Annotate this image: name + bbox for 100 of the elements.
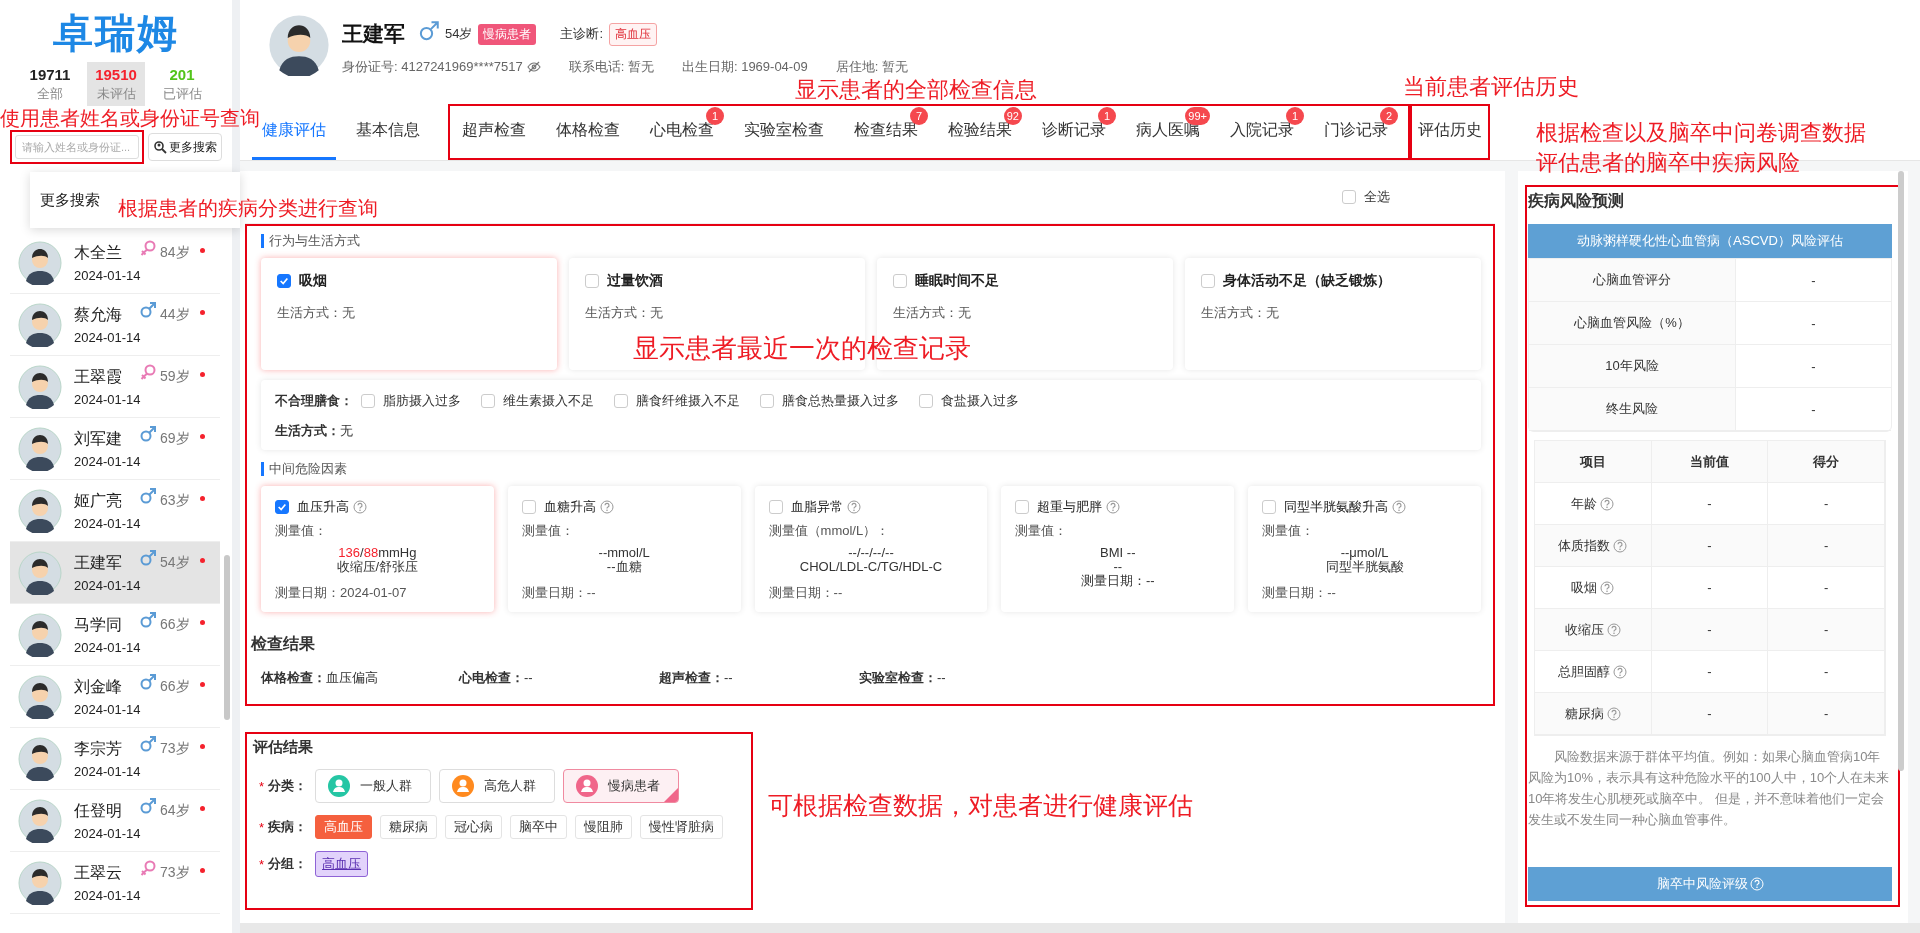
help-icon[interactable] [1106,500,1121,514]
exam-result: 体格检查：血压偏高 [261,669,379,687]
table-cell: - [1651,525,1769,567]
checkbox[interactable] [760,394,774,408]
status-dot [200,247,205,253]
section-title: 评估结果 [253,738,314,757]
category-option[interactable]: 高危人群 [439,769,556,803]
stat-tab[interactable]: 19711 全部 [21,62,79,106]
help-icon[interactable] [353,500,367,514]
patient-item[interactable]: 蔡允海 44岁 2024-01-14 [10,294,220,356]
scrollbar[interactable] [224,555,230,720]
patient-name: 王翠云 [74,862,123,883]
avatar [18,736,62,781]
checkbox[interactable] [919,394,933,408]
table-cell: 10年风险 [1529,345,1736,388]
patient-item[interactable]: 任登明 64岁 2024-01-14 [10,790,220,852]
patient-item[interactable]: 刘军建 69岁 2024-01-14 [10,418,220,480]
measure-value: --/--/--/-- [848,546,894,560]
patient-item[interactable]: 木全兰 84岁 2024-01-14 [10,232,220,294]
field-label: 分组： [268,855,308,873]
checkbox[interactable] [768,500,783,514]
annotation-text: 显示患者的全部检查信息 [795,77,1037,104]
more-search-button[interactable]: 更多搜索 [148,133,222,161]
disease-tag[interactable]: 糖尿病 [380,815,438,839]
patient-item[interactable]: 王建军 54岁 2024-01-14 [10,542,220,604]
disease-tag[interactable]: 慢性肾脏病 [640,815,724,839]
table-header: 动脉粥样硬化性心血管病（ASCVD）风险评估 [1528,224,1892,258]
checkbox[interactable] [277,274,291,288]
help-icon[interactable] [1600,496,1615,511]
search-field[interactable]: 请输入姓名或身份证... [15,135,139,159]
checkbox[interactable] [585,274,599,288]
tab[interactable]: 评估历史 [1412,106,1488,158]
avatar [18,302,62,347]
patient-age: 73岁 [160,740,191,758]
tab[interactable]: 实验室检查 [734,106,834,158]
patient-age: 59岁 [160,368,191,386]
help-icon[interactable] [1392,500,1407,514]
disease-tag[interactable]: 冠心病 [445,815,503,839]
menu-item[interactable]: 更多搜索 [40,190,100,210]
patient-age: 54岁 [445,25,473,43]
patient-age: 63岁 [160,492,191,510]
patient-item[interactable]: 马学同 66岁 2024-01-14 [10,604,220,666]
category-option[interactable]: 一般人群 [315,769,432,803]
section-heading: 中间危险因素 [261,462,1481,476]
stat-tab[interactable]: 201 已评估 [153,62,211,106]
patient-date: 2024-01-14 [74,453,142,469]
eye-off-icon[interactable] [526,61,541,73]
checkbox-label: 食盐摄入过多 [941,392,1019,410]
help-icon[interactable] [1613,538,1628,553]
help-icon[interactable] [1600,580,1615,595]
patient-date: 2024-01-14 [74,701,142,717]
card-title: 身体活动不足（缺乏锻炼） [1223,272,1391,290]
patient-name: 李宗芳 [74,738,123,759]
help-icon[interactable] [1606,706,1621,721]
patient-name: 王翠霞 [74,366,123,387]
tab[interactable]: 体格检查 [546,106,630,158]
scrollbar[interactable] [1898,171,1904,771]
checkbox[interactable] [481,394,495,408]
patient-item[interactable]: 李宗芳 73岁 2024-01-14 [10,728,220,790]
measure-date: 测量日期：-- [521,584,597,602]
measure-value: --μmol/L [1340,546,1389,560]
measure-value: BMI -- [1100,546,1136,560]
checkbox[interactable] [614,394,628,408]
checkbox[interactable] [275,500,289,514]
checkbox[interactable] [1015,500,1030,514]
checkbox[interactable] [1201,274,1215,288]
tab[interactable]: 基本信息 [346,104,430,160]
status-dot [200,681,205,687]
note-text: 风险数据来源于群体平均值。例如：如果心脑血管病10年风险为10%，表示具有这种危险水平的100人中，10个人在未来10年将发生心肌梗死或脑卒中。 但是，并不意味着他们一定会发生或不发生同一种心脑血管事件。 [1528,748,1891,829]
category-option[interactable]: 慢病患者 [563,769,680,803]
exam-result: 实验室检查：-- [859,669,947,687]
patient-item[interactable]: 刘金峰 66岁 2024-01-14 [10,666,220,728]
table-cell: - [1768,525,1885,567]
measure-value: CHOL/LDL-C/TG/HDL-C [799,560,943,574]
checkbox[interactable] [1262,500,1277,514]
table-cell: - [1651,609,1769,651]
group-tag[interactable]: 高血压 [315,851,369,877]
stat-count: 201 [169,65,195,83]
card-detail: 生活方式：无 [275,422,354,440]
patient-item[interactable]: 王翠霞 59岁 2024-01-14 [10,356,220,418]
table-cell: 体质指数 [1535,525,1652,567]
card-detail: 生活方式：无 [893,304,972,322]
checkbox[interactable] [893,274,907,288]
help-icon[interactable] [1606,622,1621,637]
checkbox[interactable] [521,500,536,514]
help-icon[interactable] [1613,664,1628,679]
help-icon[interactable] [599,500,614,514]
tab[interactable]: 超声检查 [452,106,536,158]
table-cell: - [1768,693,1885,735]
checkbox[interactable] [361,394,375,408]
disease-tag[interactable]: 慢阻肺 [575,815,633,839]
patient-item[interactable]: 王翠云 73岁 2024-01-14 [10,852,220,914]
patient-item[interactable]: 姬广亮 63岁 2024-01-14 [10,480,220,542]
help-icon[interactable] [846,500,861,514]
avatar [18,364,62,409]
card-title: 同型半胱氨酸升高 [1284,498,1389,516]
status-dot [200,805,205,811]
patient-name: 王建军 [342,21,405,47]
disease-tag[interactable]: 脑卒中 [510,815,568,839]
checkbox[interactable] [1342,190,1356,204]
